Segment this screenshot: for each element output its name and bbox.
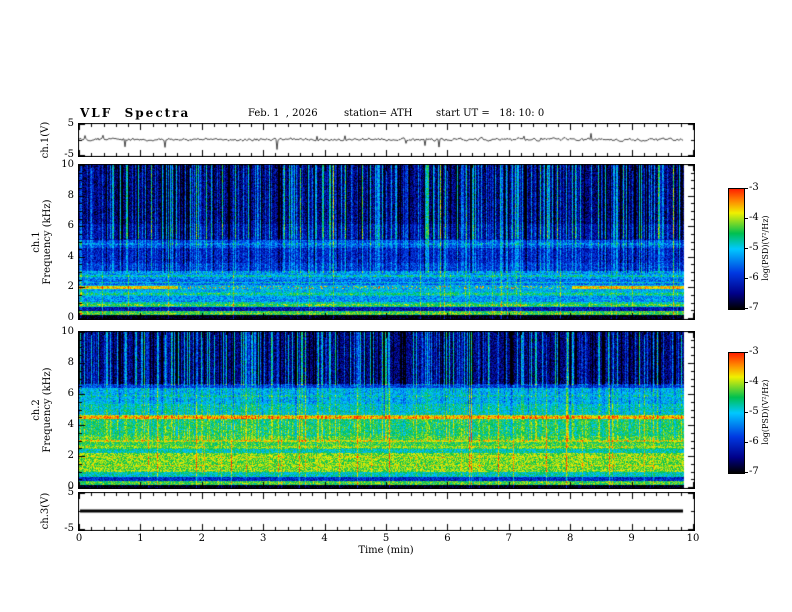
psd-tick-label: -4	[749, 212, 759, 223]
vlf-spectra-figure: VLF Spectra Feb. 1 , 2026 station= ATH s…	[0, 0, 792, 612]
voltage-tick-label: 5	[67, 487, 74, 498]
header-start-ut: start UT = 18: 10: 0	[436, 108, 545, 119]
ch1-voltage-axis-text: ch.1(V)	[40, 121, 51, 159]
figure-title: VLF Spectra	[80, 106, 191, 120]
ch3-waveform-panel	[78, 492, 695, 531]
psd-tick-label: -6	[749, 436, 759, 447]
ch2-colorbar	[728, 352, 745, 474]
time-tick-label: 8	[567, 533, 574, 544]
time-tick-label: 2	[198, 533, 205, 544]
header-date: Feb. 1 , 2026	[248, 108, 318, 119]
ch2-spectrogram-panel	[78, 331, 695, 489]
frequency-tick-label: 6	[67, 220, 74, 232]
colorbar-tick	[744, 352, 748, 353]
voltage-tick-label: 5	[67, 118, 74, 129]
time-tick-label: 5	[382, 533, 390, 544]
time-axis-label: Time (min)	[358, 545, 414, 556]
colorbar-tick	[744, 248, 748, 249]
time-tick-label: 1	[137, 533, 144, 544]
time-tick-label: 4	[321, 533, 328, 544]
psd-tick-label: -5	[749, 406, 759, 417]
colorbar-tick	[744, 188, 748, 189]
ch2-frequency-axis-label: ch.2 Frequency (kHz)	[31, 355, 53, 465]
frequency-tick-label: 4	[67, 419, 74, 430]
ch1-frequency-axis-line1: ch.1	[31, 231, 42, 253]
time-tick-label: 0	[75, 533, 83, 544]
colorbar-tick	[744, 442, 748, 443]
frequency-tick-label: 0	[67, 312, 74, 323]
ch1-spectrogram-panel	[78, 164, 695, 320]
ch1-frequency-axis-line2: Frequency (kHz)	[42, 199, 53, 285]
colorbar-tick	[744, 278, 748, 279]
time-tick-label: 9	[628, 533, 635, 544]
colorbar-tick	[744, 308, 748, 309]
frequency-tick-label: 10	[61, 159, 74, 170]
frequency-tick-label: 8	[67, 357, 74, 368]
psd-tick-label: -4	[749, 376, 759, 387]
psd-tick-label: -5	[749, 242, 759, 253]
psd-tick-label: -3	[749, 346, 759, 357]
ch1-voltage-axis-label: ch.1(V)	[40, 105, 52, 175]
frequency-tick-label: 8	[67, 189, 74, 201]
frequency-tick-label: 10	[61, 326, 74, 337]
colorbar-tick	[744, 472, 748, 473]
ch1-colorbar	[728, 188, 745, 310]
psd-tick-label: -6	[749, 272, 759, 283]
voltage-tick-label: -5	[64, 523, 74, 534]
time-tick-label: 6	[444, 533, 451, 544]
time-tick-label: 7	[505, 533, 512, 544]
ch2-frequency-axis-line2: Frequency (kHz)	[42, 367, 53, 453]
colorbar-tick	[744, 382, 748, 383]
frequency-tick-label: 4	[67, 250, 74, 262]
colorbar-tick	[744, 412, 748, 413]
time-tick-label: 10	[686, 533, 700, 544]
ch1-waveform-panel	[78, 123, 695, 157]
frequency-tick-label: 2	[67, 450, 74, 461]
psd-tick-label: -7	[749, 466, 759, 477]
time-tick-label: 3	[260, 533, 267, 544]
frequency-tick-label: 6	[67, 388, 74, 399]
colorbar-tick	[744, 218, 748, 219]
ch2-frequency-axis-line1: ch.2	[31, 399, 42, 421]
ch1-frequency-axis-label: ch.1 Frequency (kHz)	[31, 187, 53, 297]
ch3-voltage-axis-text: ch.3(V)	[40, 492, 51, 530]
header-station: station= ATH	[344, 108, 413, 119]
psd-tick-label: -3	[749, 182, 759, 193]
ch3-voltage-axis-label: ch.3(V)	[40, 476, 52, 546]
frequency-tick-label: 2	[67, 281, 74, 293]
psd-tick-label: -7	[749, 302, 759, 313]
